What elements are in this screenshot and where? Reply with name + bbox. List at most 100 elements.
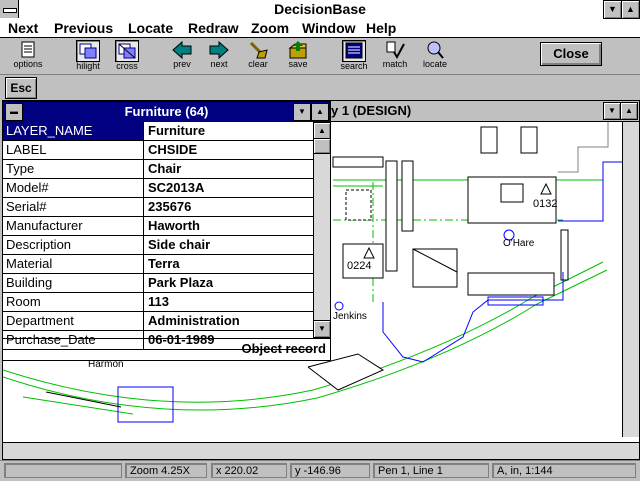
- attribute-value: Administration: [148, 313, 240, 328]
- person-label-ohare: O'Hare: [503, 238, 535, 249]
- attribute-key: Type: [3, 160, 144, 178]
- cross-button[interactable]: cross: [109, 40, 145, 72]
- attribute-key: Building: [3, 274, 144, 292]
- attribute-value: SC2013A: [148, 180, 205, 195]
- record-maximize-button[interactable]: ▲: [311, 103, 329, 121]
- record-footer: Object record: [3, 338, 330, 360]
- attribute-value: 235676: [148, 199, 192, 214]
- cross-icon: [115, 40, 139, 62]
- menu-locate[interactable]: Locate: [128, 20, 173, 36]
- match-icon: [384, 40, 406, 60]
- status-x-coordinate: x 220.02: [211, 463, 287, 478]
- attribute-table: LAYER_NAME Furniture LABEL CHSIDE Type Chai…: [3, 122, 313, 350]
- attribute-value: Chair: [148, 161, 182, 176]
- menu-help[interactable]: Help: [366, 20, 396, 36]
- drawing-maximize-button[interactable]: ▲: [620, 102, 638, 120]
- match-label: match: [382, 59, 408, 69]
- save-label: save: [288, 59, 308, 69]
- drawing-vertical-scrollbar[interactable]: [622, 122, 639, 437]
- person-label-jenkins: Jenkins: [333, 311, 367, 322]
- table-row[interactable]: LABEL CHSIDE: [3, 141, 313, 160]
- table-row[interactable]: Material Terra: [3, 255, 313, 274]
- clear-icon: [247, 40, 269, 60]
- options-icon: [17, 40, 39, 60]
- match-button[interactable]: match: [377, 40, 413, 72]
- close-button[interactable]: Close: [540, 42, 602, 66]
- menu-window[interactable]: Window: [302, 20, 356, 36]
- window-title: DecisionBase: [274, 1, 366, 17]
- cross-label: cross: [116, 61, 138, 71]
- furniture-record-title: Furniture (64): [124, 104, 209, 119]
- attribute-value: Furniture: [148, 123, 206, 138]
- clear-label: clear: [248, 59, 268, 69]
- esc-button[interactable]: Esc: [5, 77, 37, 99]
- scroll-thumb[interactable]: [313, 138, 331, 154]
- table-row[interactable]: LAYER_NAME Furniture: [3, 122, 313, 141]
- status-bar: Zoom 4.25X x 220.02 y -146.96 Pen 1, Lin…: [0, 460, 640, 481]
- options-label: options: [13, 59, 43, 69]
- hilight-label: hilight: [76, 61, 100, 71]
- locate-label: locate: [422, 59, 448, 69]
- attribute-key: Department: [3, 312, 144, 330]
- record-vertical-scrollbar[interactable]: ▲ ▼: [313, 122, 331, 338]
- menu-previous[interactable]: Previous: [54, 20, 113, 36]
- attribute-value: Terra: [148, 256, 180, 271]
- search-button[interactable]: search: [336, 40, 372, 72]
- object-record-label: Object record: [241, 341, 326, 356]
- drawing-minimize-button[interactable]: ▼: [603, 102, 621, 120]
- attribute-key: Model#: [3, 179, 144, 197]
- record-minimize-button[interactable]: ▼: [293, 103, 311, 121]
- furniture-record-window: ▬ Furniture (64) ▼ ▲ LAYER_NAME Furniture…: [2, 101, 331, 361]
- status-pen-line: Pen 1, Line 1: [373, 463, 489, 478]
- furniture-record-titlebar: ▬ Furniture (64) ▼ ▲: [3, 102, 330, 122]
- next-button[interactable]: next: [201, 40, 237, 72]
- room-label-0132: 0132: [533, 198, 558, 210]
- table-row[interactable]: Model# SC2013A: [3, 179, 313, 198]
- options-button[interactable]: options: [10, 40, 46, 72]
- table-row[interactable]: Description Side chair: [3, 236, 313, 255]
- next-label: next: [210, 59, 228, 69]
- status-y-coordinate: y -146.96: [290, 463, 370, 478]
- menu-next[interactable]: Next: [8, 20, 38, 36]
- title-bar: DecisionBase ▼ ▲: [0, 0, 640, 20]
- table-row[interactable]: Building Park Plaza: [3, 274, 313, 293]
- attribute-key: LAYER_NAME: [3, 122, 144, 140]
- search-icon: [342, 40, 366, 62]
- clear-button[interactable]: clear: [240, 40, 276, 72]
- status-zoom: Zoom 4.25X: [125, 463, 207, 478]
- save-icon: [287, 40, 309, 60]
- status-scale: A, in, 1:144: [492, 463, 636, 478]
- status-cell-empty: [4, 463, 122, 478]
- table-row[interactable]: Room 113: [3, 293, 313, 312]
- scroll-down-button[interactable]: ▼: [313, 320, 331, 338]
- menu-zoom[interactable]: Zoom: [251, 20, 289, 36]
- hilight-button[interactable]: hilight: [70, 40, 106, 72]
- hilight-icon: [76, 40, 100, 62]
- save-button[interactable]: save: [280, 40, 316, 72]
- drawing-horizontal-scrollbar[interactable]: [3, 442, 639, 459]
- right-arrow-icon: [208, 40, 230, 60]
- maximize-button[interactable]: ▲: [621, 0, 640, 19]
- attribute-key: Material: [3, 255, 144, 273]
- attribute-value: CHSIDE: [148, 142, 198, 157]
- attribute-key: Description: [3, 236, 144, 254]
- minimize-button[interactable]: ▼: [603, 0, 622, 19]
- command-strip: Esc: [0, 75, 640, 100]
- table-row[interactable]: Manufacturer Haworth: [3, 217, 313, 236]
- locate-button[interactable]: locate: [417, 40, 453, 72]
- attribute-value: Side chair: [148, 237, 211, 252]
- prev-label: prev: [173, 59, 191, 69]
- room-label-0224: 0224: [347, 260, 372, 272]
- search-label: search: [340, 61, 368, 71]
- table-row[interactable]: Type Chair: [3, 160, 313, 179]
- prev-button[interactable]: prev: [164, 40, 200, 72]
- menu-bar: Next Previous Locate Redraw Zoom Window …: [0, 19, 640, 38]
- attribute-key: Serial#: [3, 198, 144, 216]
- attribute-value: Haworth: [148, 218, 200, 233]
- table-row[interactable]: Department Administration: [3, 312, 313, 331]
- locate-icon: [424, 40, 446, 60]
- attribute-key: LABEL: [3, 141, 144, 159]
- attribute-key: Manufacturer: [3, 217, 144, 235]
- table-row[interactable]: Serial# 235676: [3, 198, 313, 217]
- menu-redraw[interactable]: Redraw: [188, 20, 239, 36]
